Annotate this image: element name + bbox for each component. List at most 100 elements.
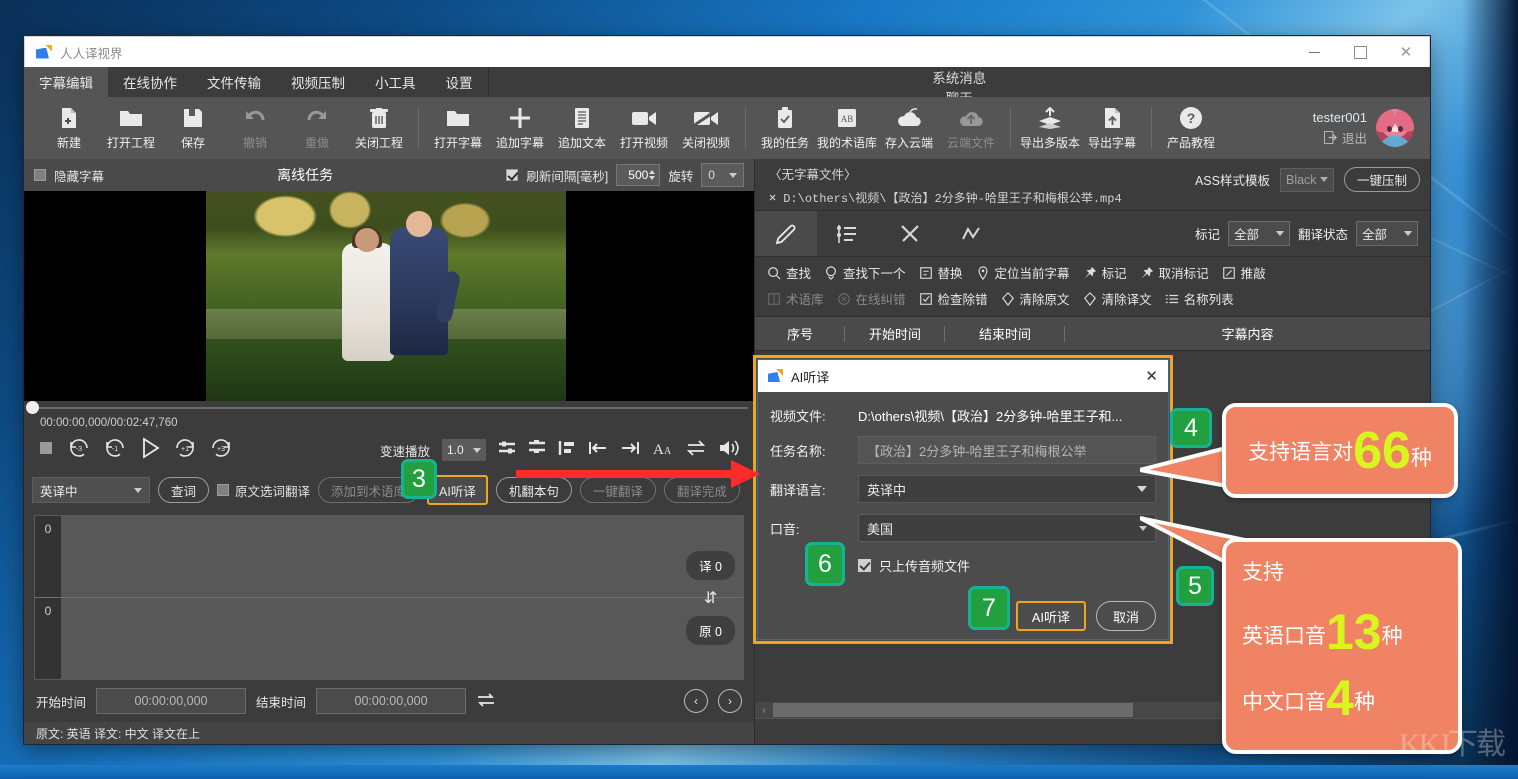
- align-top-icon[interactable]: [498, 439, 516, 462]
- rotate-select[interactable]: 0: [701, 163, 744, 187]
- video-preview[interactable]: [24, 191, 754, 401]
- menu-item-tools[interactable]: 小工具: [360, 67, 431, 97]
- toolbar-export-multi[interactable]: 导出多版本: [1019, 99, 1081, 157]
- lookup-word-button[interactable]: 查词: [158, 477, 209, 503]
- column-header-start[interactable]: 开始时间: [845, 317, 945, 350]
- dialog-cancel-button[interactable]: 取消: [1096, 601, 1156, 631]
- close-icon[interactable]: ✕: [769, 190, 776, 205]
- toolbar-redo[interactable]: 重做: [286, 99, 348, 157]
- toolbar-tutorial[interactable]: ? 产品教程: [1160, 99, 1222, 157]
- menu-item-file-transfer[interactable]: 文件传输: [192, 67, 276, 97]
- toolbar-append-text[interactable]: 追加文本: [551, 99, 613, 157]
- seek-bar[interactable]: [24, 401, 754, 415]
- stepper-arrows-icon[interactable]: [647, 165, 657, 185]
- tool-locate-current[interactable]: 定位当前字幕: [976, 263, 1070, 282]
- back-1s-icon[interactable]: -1: [104, 437, 126, 464]
- tool-online-correct[interactable]: 在线纠错: [837, 289, 906, 308]
- toolbar-export-subtitle[interactable]: 导出字幕: [1081, 99, 1143, 157]
- tool-glossary[interactable]: 术语库: [767, 289, 824, 308]
- menu-item-subtitle-edit[interactable]: 字幕编辑: [24, 67, 108, 97]
- tool-clear-source[interactable]: 清除原文: [1001, 289, 1070, 308]
- source-count-badge[interactable]: 原 0: [686, 616, 735, 645]
- close-button[interactable]: ✕: [1383, 37, 1429, 67]
- one-click-compress-button[interactable]: 一键压制: [1344, 167, 1420, 192]
- accent-select[interactable]: 美国: [858, 514, 1156, 542]
- minimize-button[interactable]: [1291, 37, 1337, 67]
- toolbar-my-tasks[interactable]: 我的任务: [754, 99, 816, 157]
- stop-icon[interactable]: [38, 440, 54, 461]
- refresh-interval-stepper[interactable]: 500: [616, 164, 660, 186]
- audio-only-checkbox[interactable]: [858, 559, 871, 572]
- tab-timeline[interactable]: [817, 211, 879, 256]
- toolbar-close-video[interactable]: 关闭视频: [675, 99, 737, 157]
- toolbar-open-video[interactable]: 打开视频: [613, 99, 675, 157]
- column-header-index[interactable]: 序号: [755, 317, 845, 350]
- back-3s-icon[interactable]: -3: [68, 437, 90, 464]
- speed-select[interactable]: 1.0: [442, 439, 486, 461]
- ass-template-select[interactable]: Black: [1280, 168, 1334, 192]
- sync-icon[interactable]: [476, 692, 496, 711]
- menu-item-video-compress[interactable]: 视频压制: [276, 67, 360, 97]
- menu-item-online-collab[interactable]: 在线协作: [108, 67, 192, 97]
- avatar[interactable]: [1376, 109, 1414, 147]
- seek-handle[interactable]: [26, 401, 39, 414]
- toolbar-open-project[interactable]: 打开工程: [100, 99, 162, 157]
- toolbar-undo[interactable]: 撤销: [224, 99, 286, 157]
- toolbar-cloud-files[interactable]: 云端文件: [940, 99, 1002, 157]
- hide-subtitle-checkbox[interactable]: [34, 169, 46, 181]
- tool-unmark[interactable]: 取消标记: [1140, 263, 1209, 282]
- task-name-input[interactable]: 【政治】2分多钟-哈里王子和梅根公举: [858, 436, 1156, 464]
- scroll-thumb[interactable]: [773, 703, 1133, 717]
- source-pane[interactable]: 0: [35, 597, 743, 679]
- translation-count-badge[interactable]: 译 0: [686, 551, 735, 580]
- dialog-confirm-button[interactable]: AI听译: [1016, 601, 1086, 631]
- prev-icon[interactable]: ‹: [684, 689, 708, 713]
- swap-vertical-icon[interactable]: ⇵: [704, 588, 717, 608]
- toolbar-open-subtitle[interactable]: 打开字幕: [427, 99, 489, 157]
- column-header-end[interactable]: 结束时间: [945, 317, 1065, 350]
- logout-button[interactable]: 退出: [1324, 128, 1367, 147]
- end-time-input[interactable]: 00:00:00,000: [316, 688, 466, 714]
- play-icon[interactable]: [140, 437, 160, 464]
- tool-check-errors[interactable]: 检查除错: [919, 289, 988, 308]
- scroll-left-icon[interactable]: ‹: [755, 705, 773, 716]
- tab-waveform[interactable]: [941, 211, 1003, 256]
- toolbar-close-project[interactable]: 关闭工程: [348, 99, 410, 157]
- maximize-button[interactable]: [1337, 37, 1383, 67]
- menu-item-settings[interactable]: 设置: [431, 67, 488, 97]
- refresh-interval-checkbox[interactable]: [506, 169, 518, 181]
- tool-name-list[interactable]: 名称列表: [1165, 289, 1234, 308]
- tool-replace[interactable]: 替换: [919, 263, 963, 282]
- next-icon[interactable]: ›: [718, 689, 742, 713]
- glossary-icon: [767, 292, 781, 306]
- audio-only-checkbox-row[interactable]: 只上传音频文件: [858, 556, 1156, 575]
- tool-find[interactable]: 查找: [767, 263, 811, 282]
- source-textarea[interactable]: [61, 598, 743, 679]
- column-header-content[interactable]: 字幕内容: [1065, 317, 1430, 350]
- tool-polish[interactable]: 推敲: [1222, 263, 1266, 282]
- translation-pane[interactable]: 0: [35, 516, 743, 597]
- tool-mark[interactable]: 标记: [1083, 263, 1127, 282]
- select-translate-checkbox[interactable]: [217, 484, 229, 496]
- start-time-input[interactable]: 00:00:00,000: [96, 688, 246, 714]
- taskbar[interactable]: [0, 765, 1518, 779]
- dialog-close-icon[interactable]: ✕: [1145, 367, 1158, 385]
- forward-3s-icon[interactable]: +3: [210, 437, 232, 464]
- menu-item-system-messages[interactable]: 系统消息: [914, 67, 1004, 87]
- tool-clear-target[interactable]: 清除译文: [1083, 289, 1152, 308]
- translation-textarea[interactable]: [61, 516, 743, 597]
- toolbar-my-glossary[interactable]: AB 我的术语库: [816, 99, 878, 157]
- select-translate-toggle[interactable]: 原文选词翻译: [217, 481, 310, 500]
- tool-find-next[interactable]: 查找下一个: [824, 263, 906, 282]
- tab-edit[interactable]: [755, 211, 817, 256]
- toolbar-append-subtitle[interactable]: 追加字幕: [489, 99, 551, 157]
- translate-status-select[interactable]: 全部: [1356, 221, 1418, 246]
- forward-1s-icon[interactable]: +1: [174, 437, 196, 464]
- mark-filter-select[interactable]: 全部: [1228, 221, 1290, 246]
- toolbar-save[interactable]: 保存: [162, 99, 224, 157]
- toolbar-save-cloud[interactable]: 存入云端: [878, 99, 940, 157]
- translate-language-select[interactable]: 英译中: [858, 475, 1156, 503]
- toolbar-new[interactable]: 新建: [38, 99, 100, 157]
- translate-direction-select[interactable]: 英译中: [32, 477, 150, 503]
- tab-tools[interactable]: [879, 211, 941, 256]
